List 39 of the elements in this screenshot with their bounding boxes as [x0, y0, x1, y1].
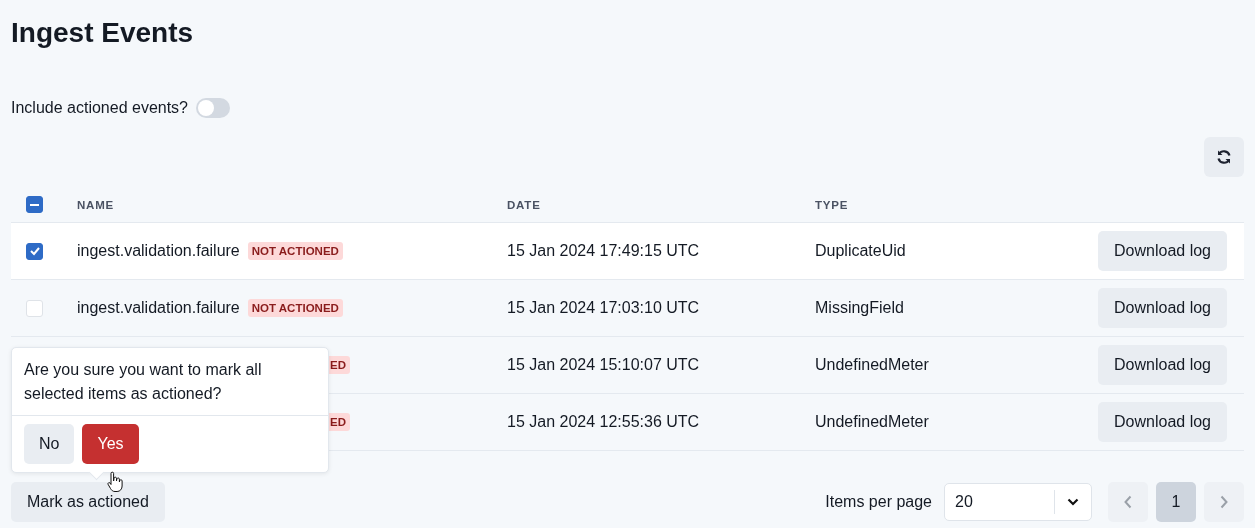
column-header: NAME [77, 198, 116, 211]
event-name: ingest.validation.failure [77, 242, 240, 260]
table-cell-text: UndefinedMeter [815, 356, 930, 374]
check-icon [28, 245, 41, 257]
items-per-page-select[interactable]: 20 [944, 483, 1092, 521]
chevron-right-icon [1219, 495, 1229, 509]
refresh-button[interactable] [1204, 137, 1244, 177]
row-checkbox[interactable] [26, 242, 43, 260]
event-name: ingest.validation.failure [77, 299, 240, 317]
chevron-down-icon [1067, 498, 1079, 506]
download-log-button[interactable]: Download log [1098, 345, 1227, 385]
confirm-button[interactable]: Yes [82, 424, 139, 464]
previous-page-button[interactable] [1108, 482, 1148, 522]
toggle-label: Include actioned events? [11, 99, 188, 117]
table-cell-text: 15 Jan 2024 15:10:07 UTC [507, 356, 701, 374]
download-log-button[interactable]: Download log [1098, 402, 1227, 442]
select-all-checkbox[interactable] [26, 196, 43, 213]
items-per-page-label: Items per page [825, 493, 932, 511]
next-page-button[interactable] [1204, 482, 1244, 522]
page-button[interactable]: 1 [1156, 482, 1196, 522]
cancel-button[interactable]: No [24, 424, 75, 464]
refresh-icon [1216, 149, 1232, 165]
table-cell-text: UndefinedMeter [815, 413, 930, 431]
mark-as-actioned-button[interactable]: Mark as actioned [11, 482, 165, 522]
column-header: TYPE [815, 198, 850, 211]
chevron-left-icon [1123, 495, 1133, 509]
download-log-button[interactable]: Download log [1098, 288, 1227, 328]
table-cell-text: 15 Jan 2024 12:55:36 UTC [507, 413, 701, 431]
status-badge: NOT ACTIONED [247, 242, 343, 260]
table-cell-text: 15 Jan 2024 17:03:10 UTC [507, 299, 701, 317]
confirm-message: Are you sure you want to mark all selected items as actioned? [12, 348, 328, 416]
status-badge: NOT ACTIONED [247, 299, 343, 317]
column-header: DATE [507, 198, 542, 211]
table-cell-text: 15 Jan 2024 17:49:15 UTC [507, 242, 701, 260]
table-cell-text: DuplicateUid [815, 242, 907, 260]
download-log-button[interactable]: Download log [1098, 231, 1227, 271]
page-title: Ingest Events [11, 16, 195, 50]
toggle-switch[interactable] [196, 98, 230, 118]
table-cell-text: MissingField [815, 299, 905, 317]
